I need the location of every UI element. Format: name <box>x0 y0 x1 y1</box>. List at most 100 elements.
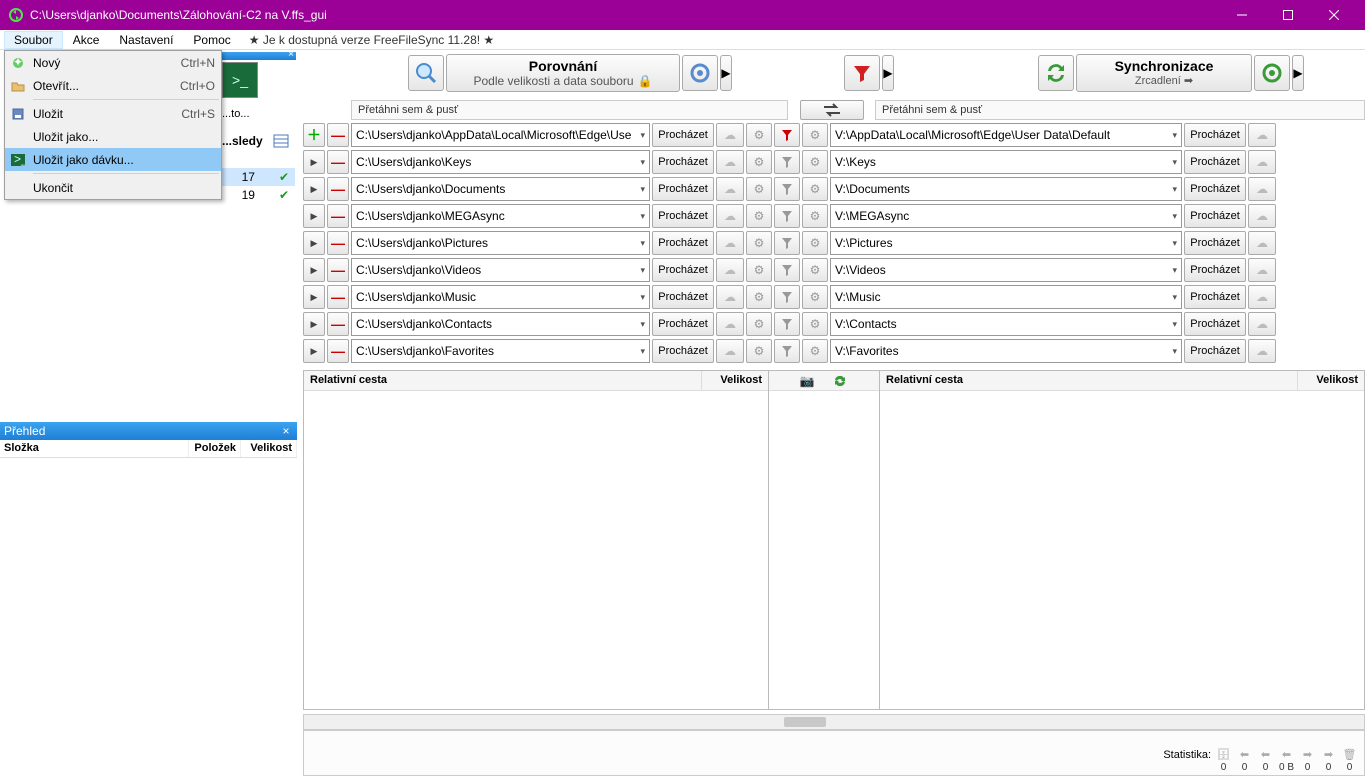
cloud-right-button[interactable]: ☁ <box>1248 150 1276 174</box>
pair-filter-button[interactable] <box>774 150 800 174</box>
pair-compare-settings[interactable]: ⚙ <box>746 150 772 174</box>
dropdown-arrow-icon[interactable]: ▾ <box>1172 130 1177 141</box>
right-path-input[interactable]: V:\Pictures▾ <box>830 231 1182 255</box>
remove-pair-button[interactable]: — <box>327 285 349 309</box>
browse-left-button[interactable]: Procházet <box>652 339 714 363</box>
menu-help[interactable]: Pomoc <box>183 31 240 49</box>
cloud-left-button[interactable]: ☁ <box>716 150 744 174</box>
pair-filter-button[interactable] <box>774 339 800 363</box>
right-path-input[interactable]: V:\AppData\Local\Microsoft\Edge\User Dat… <box>830 123 1182 147</box>
left-path-input[interactable]: C:\Users\djanko\Favorites▾ <box>351 339 650 363</box>
left-path-input[interactable]: C:\Users\djanko\Keys▾ <box>351 150 650 174</box>
left-path-input[interactable]: C:\Users\djanko\Documents▾ <box>351 177 650 201</box>
browse-left-button[interactable]: Procházet <box>652 285 714 309</box>
browse-left-button[interactable]: Procházet <box>652 204 714 228</box>
dropdown-arrow-icon[interactable]: ▾ <box>640 157 645 168</box>
pair-compare-settings[interactable]: ⚙ <box>746 123 772 147</box>
swap-sides-button[interactable] <box>800 100 864 120</box>
cloud-right-button[interactable]: ☁ <box>1248 285 1276 309</box>
cloud-left-button[interactable]: ☁ <box>716 204 744 228</box>
pair-filter-button[interactable] <box>774 258 800 282</box>
pair-compare-settings[interactable]: ⚙ <box>746 285 772 309</box>
pair-compare-settings[interactable]: ⚙ <box>746 258 772 282</box>
config-row[interactable]: 19 ✔ <box>219 186 295 204</box>
pair-compare-settings[interactable]: ⚙ <box>746 204 772 228</box>
cloud-left-button[interactable]: ☁ <box>716 285 744 309</box>
dropdown-arrow-icon[interactable]: ▾ <box>1172 292 1177 303</box>
cloud-left-button[interactable]: ☁ <box>716 339 744 363</box>
dropdown-arrow-icon[interactable]: ▾ <box>1172 238 1177 249</box>
left-grid-body[interactable] <box>304 391 768 709</box>
browse-right-button[interactable]: Procházet <box>1184 204 1246 228</box>
camera-icon[interactable]: 📷 <box>800 374 815 388</box>
pair-filter-button[interactable] <box>774 312 800 336</box>
cloud-right-button[interactable]: ☁ <box>1248 339 1276 363</box>
pair-sync-settings[interactable]: ⚙ <box>802 123 828 147</box>
pair-sync-settings[interactable]: ⚙ <box>802 231 828 255</box>
sync-settings-button[interactable] <box>1254 55 1290 91</box>
remove-pair-button[interactable]: — <box>327 231 349 255</box>
remove-pair-button[interactable]: — <box>327 204 349 228</box>
pair-sync-settings[interactable]: ⚙ <box>802 204 828 228</box>
right-path-input[interactable]: V:\MEGAsync▾ <box>830 204 1182 228</box>
browse-right-button[interactable]: Procházet <box>1184 312 1246 336</box>
remove-pair-button[interactable]: — <box>327 123 349 147</box>
compare-dropdown-arrow[interactable]: ▶ <box>720 55 732 91</box>
close-icon[interactable]: × <box>279 424 293 438</box>
browse-right-button[interactable]: Procházet <box>1184 231 1246 255</box>
left-path-input[interactable]: C:\Users\djanko\Music▾ <box>351 285 650 309</box>
right-path-input[interactable]: V:\Music▾ <box>830 285 1182 309</box>
cloud-right-button[interactable]: ☁ <box>1248 123 1276 147</box>
config-row-selected[interactable]: 17 ✔ <box>219 168 295 186</box>
menu-save-as[interactable]: Uložit jako... <box>5 125 221 148</box>
menu-file[interactable]: Soubor <box>4 31 63 49</box>
right-grid-body[interactable] <box>880 391 1364 709</box>
cloud-left-button[interactable]: ☁ <box>716 177 744 201</box>
col-size[interactable]: Velikost <box>702 371 768 390</box>
browse-left-button[interactable]: Procházet <box>652 150 714 174</box>
browse-right-button[interactable]: Procházet <box>1184 285 1246 309</box>
browse-right-button[interactable]: Procházet <box>1184 258 1246 282</box>
cloud-left-button[interactable]: ☁ <box>716 258 744 282</box>
cloud-left-button[interactable]: ☁ <box>716 123 744 147</box>
pair-filter-button[interactable] <box>774 231 800 255</box>
sync-icon-button[interactable] <box>1038 55 1074 91</box>
col-relative-path[interactable]: Relativní cesta <box>880 371 1298 390</box>
maximize-button[interactable] <box>1265 0 1311 30</box>
minimize-button[interactable] <box>1219 0 1265 30</box>
dropdown-arrow-icon[interactable]: ▾ <box>640 292 645 303</box>
right-path-input[interactable]: V:\Documents▾ <box>830 177 1182 201</box>
pair-sync-settings[interactable]: ⚙ <box>802 339 828 363</box>
cloud-right-button[interactable]: ☁ <box>1248 258 1276 282</box>
close-button[interactable] <box>1311 0 1357 30</box>
pair-sync-settings[interactable]: ⚙ <box>802 312 828 336</box>
menu-actions[interactable]: Akce <box>63 31 110 49</box>
right-path-input[interactable]: V:\Favorites▾ <box>830 339 1182 363</box>
close-icon[interactable]: × <box>288 49 294 60</box>
dropdown-arrow-icon[interactable]: ▾ <box>640 346 645 357</box>
sync-dropdown-arrow[interactable]: ▶ <box>1292 55 1304 91</box>
filter-dropdown-arrow[interactable]: ▶ <box>882 55 894 91</box>
menu-save-batch[interactable]: >_ Uložit jako dávku... <box>5 148 221 171</box>
dropdown-arrow-icon[interactable]: ▾ <box>640 238 645 249</box>
remove-pair-button[interactable]: — <box>327 150 349 174</box>
dropdown-arrow-icon[interactable]: ▾ <box>640 319 645 330</box>
expand-arrow[interactable]: ▶ <box>303 285 325 309</box>
pair-sync-settings[interactable]: ⚙ <box>802 258 828 282</box>
expand-arrow[interactable]: ▶ <box>303 312 325 336</box>
cloud-left-button[interactable]: ☁ <box>716 312 744 336</box>
dropdown-arrow-icon[interactable]: ▾ <box>1172 184 1177 195</box>
pair-compare-settings[interactable]: ⚙ <box>746 231 772 255</box>
sync-preview-icon[interactable] <box>832 373 848 389</box>
dropdown-arrow-icon[interactable]: ▾ <box>1172 319 1177 330</box>
browse-left-button[interactable]: Procházet <box>652 231 714 255</box>
expand-arrow[interactable]: ▶ <box>303 258 325 282</box>
pair-sync-settings[interactable]: ⚙ <box>802 285 828 309</box>
browse-left-button[interactable]: Procházet <box>652 177 714 201</box>
browse-right-button[interactable]: Procházet <box>1184 177 1246 201</box>
update-available-link[interactable]: ★ Je k dostupná verze FreeFileSync 11.28… <box>249 33 494 47</box>
browse-right-button[interactable]: Procházet <box>1184 123 1246 147</box>
left-path-input[interactable]: C:\Users\djanko\Pictures▾ <box>351 231 650 255</box>
cloud-right-button[interactable]: ☁ <box>1248 177 1276 201</box>
browse-left-button[interactable]: Procházet <box>652 258 714 282</box>
